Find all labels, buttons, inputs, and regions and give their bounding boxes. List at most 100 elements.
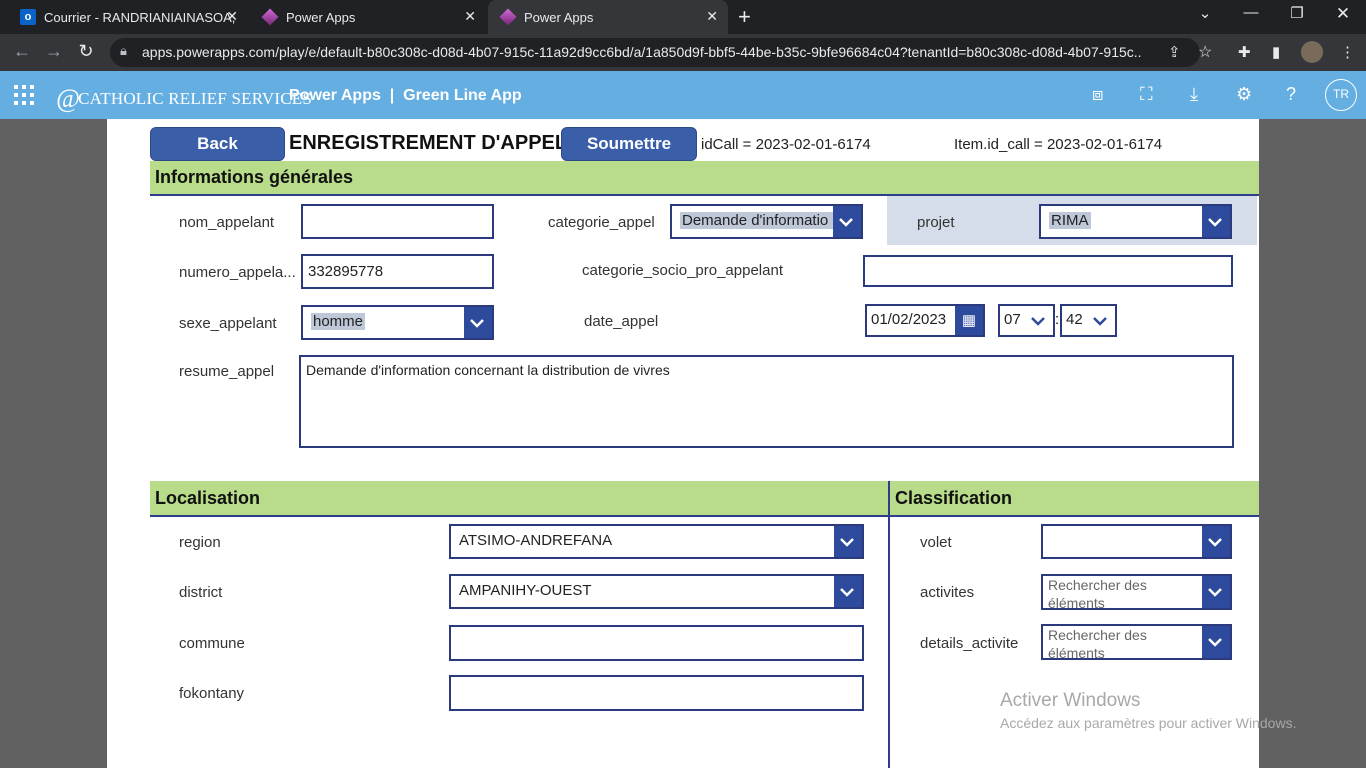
section-divider (888, 481, 890, 768)
tab-courrier[interactable]: o Courrier - RANDRIANIAINASOA, ✕ (8, 0, 248, 34)
tab-title: Courrier - RANDRIANIAINASOA, (44, 9, 236, 25)
tab-title: Power Apps (524, 9, 594, 25)
back-button[interactable]: Back (150, 127, 285, 161)
chevron-down-icon[interactable] (834, 526, 862, 557)
chevron-down-icon[interactable] (833, 206, 861, 237)
back-arrow-icon[interactable]: ← (10, 41, 34, 62)
sexe-appelant-value: homme (311, 313, 366, 330)
url-text[interactable]: apps.powerapps.com/play/e/default-b80c30… (142, 44, 1142, 60)
reload-icon[interactable]: ↻ (74, 41, 98, 62)
district-dropdown[interactable]: AMPANIHY-OUEST (449, 574, 864, 609)
chevron-down-icon[interactable] (834, 576, 862, 607)
projet-dropdown[interactable]: RIMA (1039, 204, 1232, 239)
extensions-icon[interactable]: ✚ (1238, 43, 1251, 61)
label-resume-appel: resume_appel (179, 363, 275, 380)
label-numero-appelant: numero_appela... (179, 264, 296, 281)
tab-power-apps-active[interactable]: Power Apps ✕ (488, 0, 728, 34)
chevron-down-icon[interactable] (1202, 626, 1230, 658)
more-menu-icon[interactable]: ⋮ (1340, 43, 1355, 61)
hour-value: 07 (1004, 311, 1021, 328)
details-activite-combobox[interactable]: Rechercher des éléments (1041, 624, 1232, 661)
help-icon[interactable]: ? (1286, 84, 1296, 105)
crs-logo: @CATHOLIC RELIEF SERVICES (56, 84, 313, 113)
window-close-icon[interactable]: ✕ (1328, 4, 1358, 24)
categorie-appel-dropdown[interactable]: Demande d'informatio (670, 204, 863, 239)
categorie-appel-value: Demande d'informatio (680, 212, 836, 229)
date-appel-picker[interactable]: 01/02/2023 ▦ (865, 304, 985, 337)
close-tab-icon[interactable]: ✕ (226, 8, 238, 25)
fokontany-input[interactable] (449, 675, 864, 711)
powerapps-icon (499, 8, 517, 26)
numero-appelant-input[interactable]: 332895778 (301, 254, 494, 289)
label-sexe-appelant: sexe_appelant (179, 315, 277, 332)
browser-tab-strip: o Courrier - RANDRIANIAINASOA, ✕ Power A… (0, 0, 1366, 34)
details-activite-placeholder: Rechercher des éléments (1048, 627, 1147, 661)
label-volet: volet (920, 534, 952, 551)
resume-appel-textarea[interactable]: Demande d'information concernant la dist… (299, 355, 1234, 448)
label-nom-appelant: nom_appelant (179, 214, 275, 231)
minimize-icon[interactable]: — (1236, 4, 1266, 21)
app-header: @CATHOLIC RELIEF SERVICES Power Apps | G… (0, 71, 1366, 119)
label-fokontany: fokontany (179, 685, 245, 702)
label-categorie-socio: categorie_socio_pro_appelant (582, 262, 783, 279)
nom-appelant-input[interactable] (301, 204, 494, 239)
tab-search-icon[interactable]: ⌄ (1190, 4, 1220, 22)
region-dropdown[interactable]: ATSIMO-ANDREFANA (449, 524, 864, 559)
windows-watermark-subtitle: Accédez aux paramètres pour activer Wind… (1000, 715, 1297, 731)
address-bar[interactable]: 🔒︎ apps.powerapps.com/play/e/default-b80… (110, 38, 1212, 67)
bookmark-star-icon[interactable]: ☆ (1198, 42, 1212, 62)
chevron-down-icon[interactable] (464, 307, 492, 338)
hour-dropdown[interactable]: 07 (998, 304, 1055, 337)
label-projet: projet (917, 214, 955, 231)
region-value: ATSIMO-ANDREFANA (459, 532, 613, 549)
close-tab-icon[interactable]: ✕ (464, 8, 476, 25)
lock-icon: 🔒︎ (120, 43, 127, 58)
commune-input[interactable] (449, 625, 864, 661)
user-avatar[interactable]: TR (1325, 79, 1357, 111)
label-commune: commune (179, 635, 245, 652)
section-localisation: Localisation (150, 481, 889, 517)
label-details-activite: details_activite (920, 635, 1019, 652)
minute-dropdown[interactable]: 42 (1060, 304, 1117, 337)
item-id-call-label: Item.id_call = 2023-02-01-6174 (954, 136, 1163, 153)
section-general-info: Informations générales (150, 161, 1259, 196)
chevron-down-icon[interactable] (1202, 206, 1230, 237)
teams-icon[interactable]: ⧈ (1092, 84, 1103, 105)
powerapps-icon (261, 8, 279, 26)
tab-power-apps[interactable]: Power Apps ✕ (250, 0, 486, 34)
activites-combobox[interactable]: Rechercher des éléments (1041, 574, 1232, 611)
app-canvas: Back ENREGISTREMENT D'APPEL Soumettre id… (107, 119, 1259, 768)
label-date-appel: date_appel (584, 313, 659, 330)
chevron-down-icon[interactable] (1087, 306, 1115, 335)
volet-dropdown[interactable] (1041, 524, 1232, 559)
label-categorie-appel: categorie_appel (548, 214, 655, 231)
chevron-down-icon[interactable] (1202, 526, 1230, 557)
submit-button[interactable]: Soumettre (561, 127, 697, 161)
activites-placeholder: Rechercher des éléments (1048, 577, 1147, 611)
fullscreen-icon[interactable]: ⛶ (1140, 84, 1153, 105)
projet-value: RIMA (1049, 212, 1091, 229)
download-icon[interactable]: ⤓ (1190, 84, 1198, 105)
sexe-appelant-dropdown[interactable]: homme (301, 305, 494, 340)
profile-avatar-icon[interactable] (1301, 41, 1323, 63)
settings-gear-icon[interactable]: ⚙ (1236, 84, 1252, 105)
form-heading: ENREGISTREMENT D'APPEL (289, 132, 568, 154)
categorie-socio-input[interactable] (863, 255, 1233, 287)
restore-icon[interactable]: ❐ (1282, 4, 1312, 22)
date-appel-value: 01/02/2023 (871, 311, 947, 328)
id-call-label: idCall = 2023-02-01-6174 (701, 136, 871, 153)
label-activites: activites (920, 584, 975, 601)
minute-value: 42 (1066, 311, 1083, 328)
share-icon[interactable]: ⇪ (1168, 43, 1181, 61)
chevron-down-icon[interactable] (1025, 306, 1053, 335)
time-separator: : (1055, 311, 1060, 328)
new-tab-button[interactable]: + (738, 4, 751, 30)
section-classification: Classification (890, 481, 1259, 517)
browser-toolbar: ← → ↻ 🔒︎ apps.powerapps.com/play/e/defau… (0, 34, 1366, 71)
forward-arrow-icon[interactable]: → (42, 41, 66, 62)
side-panel-icon[interactable]: ▮ (1272, 43, 1280, 61)
app-launcher-icon[interactable] (14, 85, 34, 105)
chevron-down-icon[interactable] (1202, 576, 1230, 608)
calendar-icon[interactable]: ▦ (955, 306, 983, 335)
close-tab-icon[interactable]: ✕ (706, 8, 718, 25)
